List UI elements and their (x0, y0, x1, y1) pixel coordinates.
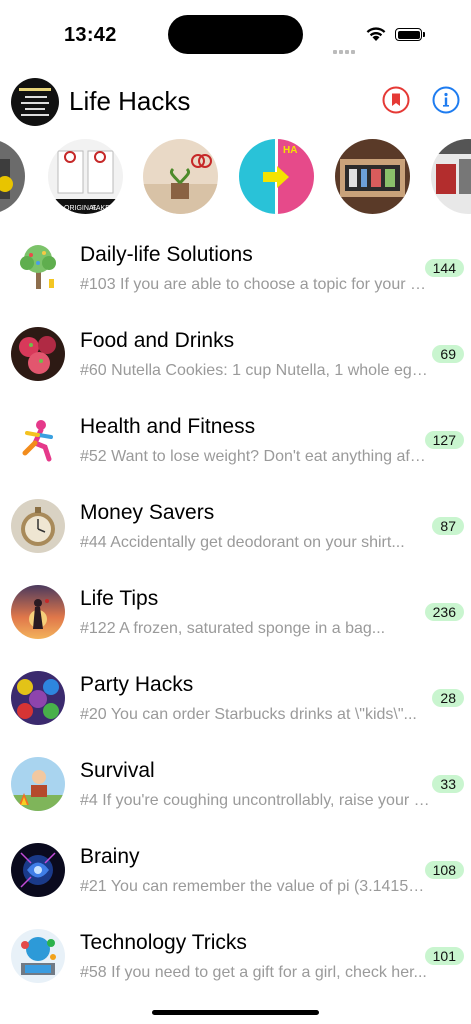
count-badge: 144 (424, 259, 464, 277)
category-thumbnail (11, 585, 65, 639)
count-badge: 87 (432, 517, 464, 535)
count-badge: 69 (432, 345, 464, 363)
page-title: Life Hacks (69, 86, 191, 116)
category-preview: #58 If you need to get a gift for a girl… (80, 964, 427, 981)
info-icon[interactable] (432, 86, 460, 114)
category-thumbnail (11, 327, 65, 381)
list-item[interactable]: Party Hacks #20 You can order Starbucks … (0, 660, 471, 746)
count-badge: 101 (424, 947, 464, 965)
list-item[interactable]: Survival #4 If you're coughing uncontrol… (0, 746, 471, 832)
category-preview: #44 Accidentally get deodorant on your s… (80, 534, 405, 551)
dynamic-island (168, 15, 303, 54)
story-label-fake: FAKE (92, 205, 110, 212)
story-thumbnail[interactable] (335, 139, 410, 214)
category-preview: #52 Want to lose weight? Don't eat anyth… (80, 448, 430, 465)
count-badge: 236 (424, 603, 464, 621)
story-thumbnail[interactable]: HA (239, 139, 314, 214)
category-thumbnail (11, 241, 65, 295)
category-thumbnail (11, 499, 65, 553)
category-title: Technology Tricks (80, 931, 247, 954)
status-time: 13:42 (64, 24, 117, 46)
category-preview: #20 You can order Starbucks drinks at \"… (80, 706, 417, 723)
home-indicator[interactable] (152, 1010, 319, 1015)
count-badge: 33 (432, 775, 464, 793)
svg-text:HA: HA (283, 145, 297, 156)
story-thumbnail[interactable] (0, 139, 25, 214)
list-item[interactable]: Daily-life Solutions #103 If you are abl… (0, 230, 471, 316)
count-badge: 127 (424, 431, 464, 449)
category-thumbnail (11, 413, 65, 467)
count-badge: 108 (424, 861, 464, 879)
story-thumbnail[interactable] (431, 139, 471, 214)
category-title: Life Tips (80, 587, 159, 610)
category-preview: #60 Nutella Cookies: 1 cup Nutella, 1 wh… (80, 362, 430, 379)
cellular-signal-icon (333, 36, 357, 54)
status-bar: 13:42 (0, 0, 471, 70)
list-item[interactable]: Money Savers #44 Accidentally get deodor… (0, 488, 471, 574)
list-item[interactable]: Health and Fitness #52 Want to lose weig… (0, 402, 471, 488)
category-preview: #21 You can remember the value of pi (3.… (80, 878, 430, 895)
category-thumbnail (11, 671, 65, 725)
category-thumbnail (11, 757, 65, 811)
story-thumbnail[interactable] (143, 139, 218, 214)
category-title: Survival (80, 759, 155, 782)
category-title: Money Savers (80, 501, 215, 524)
list-item[interactable]: Brainy #21 You can remember the value of… (0, 832, 471, 918)
story-thumbnail[interactable]: ORIGINAL FAKE (48, 139, 123, 214)
stories-carousel[interactable]: ORIGINAL FAKE HA (0, 139, 471, 215)
app-logo (11, 78, 59, 126)
category-preview: #4 If you're coughing uncontrollably, ra… (80, 792, 430, 809)
list-item[interactable]: Food and Drinks #60 Nutella Cookies: 1 c… (0, 316, 471, 402)
category-title: Brainy (80, 845, 140, 868)
category-preview: #122 A frozen, saturated sponge in a bag… (80, 620, 386, 637)
list-item[interactable]: Life Tips #122 A frozen, saturated spong… (0, 574, 471, 660)
category-preview: #103 If you are able to choose a topic f… (80, 276, 430, 293)
category-title: Daily-life Solutions (80, 243, 253, 266)
battery-icon (395, 28, 425, 41)
category-title: Party Hacks (80, 673, 194, 696)
app-header: Life Hacks (0, 78, 471, 128)
category-thumbnail (11, 929, 65, 983)
category-title: Food and Drinks (80, 329, 235, 352)
category-title: Health and Fitness (80, 415, 256, 438)
wifi-icon (366, 27, 386, 41)
bookmark-icon[interactable] (382, 86, 410, 114)
category-thumbnail (11, 843, 65, 897)
list-item[interactable]: Technology Tricks #58 If you need to get… (0, 918, 471, 1004)
count-badge: 28 (432, 689, 464, 707)
